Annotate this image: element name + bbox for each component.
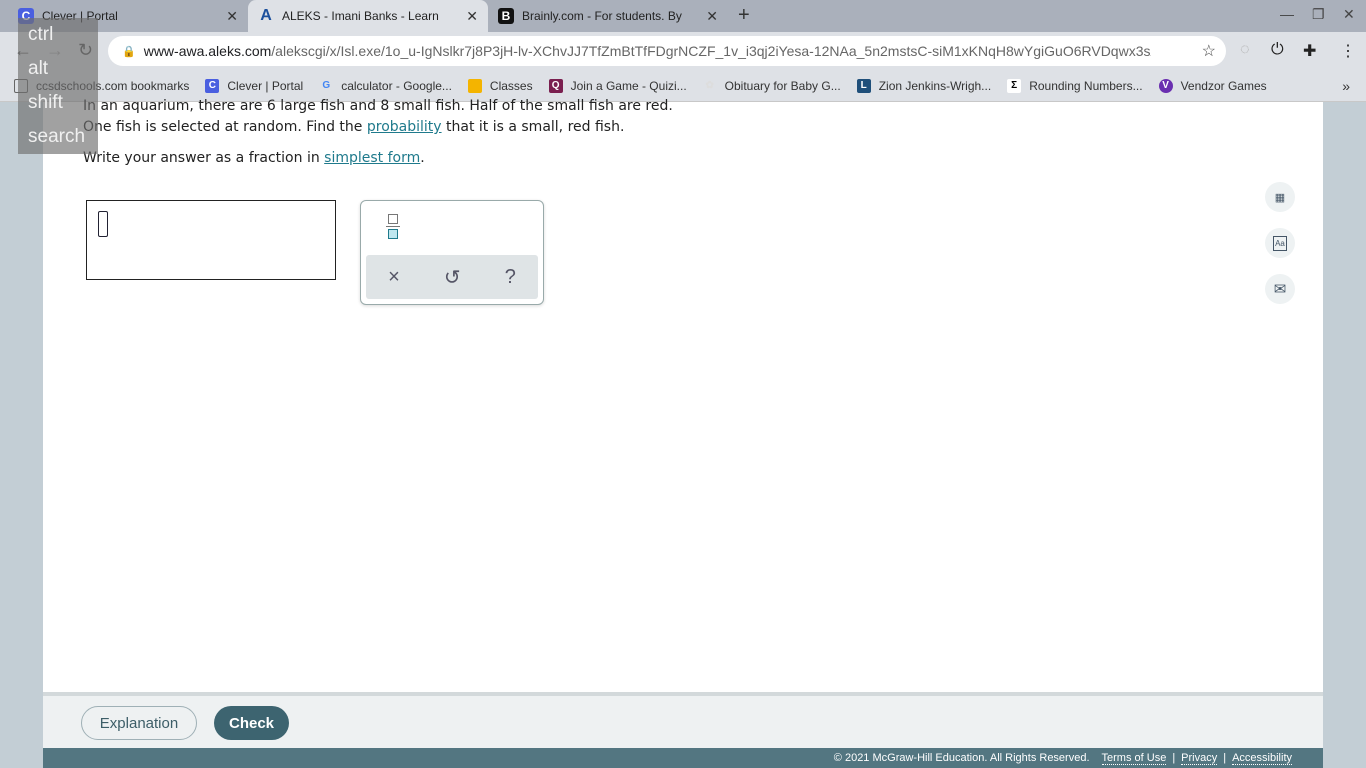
accessibility-link[interactable]: Accessibility — [1232, 752, 1292, 765]
classroom-icon — [467, 78, 482, 93]
lock-icon: 🔒 — [122, 45, 136, 58]
instruction: Write your answer as a fraction in simpl… — [83, 150, 425, 166]
minimize-icon[interactable]: — — [1280, 6, 1294, 22]
bookmark-item[interactable]: V Vendzor Games — [1158, 78, 1267, 93]
bookmark-label: Clever | Portal — [227, 78, 304, 93]
close-icon[interactable]: ✕ — [466, 8, 478, 25]
bookmark-item[interactable]: Gcalculator - Google... — [319, 79, 452, 93]
vendzor-icon: V — [1158, 78, 1173, 93]
menu-icon[interactable]: ⋮ — [1340, 41, 1356, 61]
clear-button[interactable]: × — [388, 266, 400, 289]
keyboard-shortcut-overlay: ctrl alt shift search — [18, 18, 98, 154]
search-key: search — [28, 126, 86, 147]
mail-icon[interactable]: ✉ — [1265, 274, 1295, 304]
extensions-puzzle-icon[interactable]: ✚ — [1303, 41, 1316, 61]
separator: | — [1223, 752, 1227, 764]
math-keypad: × ↺ ? — [360, 200, 544, 305]
sigma-icon: Σ — [1007, 78, 1022, 93]
terms-link[interactable]: Terms of Use — [1101, 752, 1167, 765]
text: Write your answer as a fraction in — [83, 150, 325, 166]
bookmark-item[interactable]: L Zion Jenkins-Wrigh... — [856, 78, 992, 93]
obituary-icon: ✿ — [705, 80, 714, 91]
clever-icon: C — [205, 78, 220, 93]
google-icon: G — [322, 80, 331, 91]
l-icon: L — [856, 78, 871, 93]
bookmark-label: Rounding Numbers... — [1029, 78, 1143, 93]
footer: © 2021 McGraw-Hill Education. All Rights… — [43, 748, 1323, 768]
bookmark-label: Zion Jenkins-Wrigh... — [878, 78, 992, 93]
explanation-button[interactable]: Explanation — [81, 706, 197, 740]
shift-key: shift — [28, 92, 63, 113]
text: One fish is selected at random. Find the — [83, 119, 367, 135]
address-bar[interactable]: 🔒 www-awa.aleks.com/alekscgi/x/Isl.exe/1… — [108, 36, 1226, 66]
bookmark-label: Join a Game - Quizi... — [570, 78, 687, 93]
close-icon[interactable]: ✕ — [226, 8, 238, 25]
bookmark-item[interactable]: Q Join a Game - Quizi... — [548, 78, 687, 93]
tab-label: Brainly.com - For students. By st — [522, 9, 682, 23]
question-line-1: In an aquarium, there are 6 large fish a… — [83, 98, 673, 114]
undo-button[interactable]: ↺ — [444, 265, 461, 290]
close-icon[interactable]: ✕ — [706, 8, 718, 25]
bookmark-star-icon[interactable]: ☆ — [1202, 41, 1216, 61]
answer-input[interactable] — [86, 200, 336, 280]
bookmark-label: Obituary for Baby G... — [724, 78, 841, 93]
fraction-button[interactable] — [386, 214, 400, 239]
bookmark-label: calculator - Google... — [341, 78, 452, 93]
probability-link[interactable]: probability — [367, 119, 442, 135]
tab-aleks[interactable]: A ALEKS - Imani Banks - Learn ✕ — [248, 0, 488, 32]
text: . — [420, 150, 425, 166]
tab-label: ALEKS - Imani Banks - Learn — [282, 9, 439, 23]
more-bookmarks-icon[interactable]: » — [1342, 78, 1350, 94]
keypad-toolbar: × ↺ ? — [366, 255, 538, 299]
question-line-2: One fish is selected at random. Find the… — [83, 119, 624, 135]
separator: | — [1172, 752, 1176, 764]
tab-brainly[interactable]: B Brainly.com - For students. By st ✕ — [488, 0, 728, 32]
simplest-form-link[interactable]: simplest form — [324, 150, 420, 166]
url-path: /alekscgi/x/Isl.exe/1o_u-IgNslkr7j8P3jH-… — [271, 43, 1152, 59]
bookmark-item[interactable]: C Clever | Portal — [205, 78, 304, 93]
extension-loading-icon[interactable]: ◌ — [1240, 41, 1250, 59]
bookmark-item[interactable]: ✿ Obituary for Baby G... — [703, 78, 841, 93]
calculator-icon[interactable]: ▦ — [1265, 182, 1295, 212]
problem-area: In an aquarium, there are 6 large fish a… — [43, 98, 1323, 692]
aleks-icon: A — [260, 7, 272, 24]
check-button[interactable]: Check — [214, 706, 289, 740]
brainly-icon: B — [498, 8, 514, 24]
bookmark-item[interactable]: Classes — [467, 78, 533, 93]
text: that it is a small, red fish. — [441, 119, 625, 135]
restore-icon[interactable]: ❐ — [1312, 6, 1325, 23]
help-button[interactable]: ? — [505, 266, 516, 289]
power-icon[interactable]: ⏻ — [1271, 41, 1284, 59]
tab-bar: C Clever | Portal ✕ A ALEKS - Imani Bank… — [0, 0, 1366, 32]
address-row: ← → ↻ 🔒 www-awa.aleks.com/alekscgi/x/Isl… — [0, 32, 1366, 70]
window-close-icon[interactable]: ✕ — [1343, 6, 1355, 23]
bookmark-label: Classes — [489, 78, 533, 93]
alt-key: alt — [28, 58, 49, 79]
copyright: © 2021 McGraw-Hill Education. All Rights… — [833, 752, 1090, 764]
action-bar: Explanation Check — [43, 692, 1323, 748]
url-host: www-awa.aleks.com — [143, 43, 272, 59]
bookmark-item[interactable]: Σ Rounding Numbers... — [1007, 78, 1143, 93]
input-placeholder-box — [98, 211, 108, 237]
dictionary-icon[interactable]: Aa — [1265, 228, 1295, 258]
privacy-link[interactable]: Privacy — [1181, 752, 1218, 765]
bookmark-label: Vendzor Games — [1180, 78, 1267, 93]
new-tab-button[interactable]: + — [738, 4, 750, 27]
ctrl-key: ctrl — [28, 24, 54, 45]
quizizz-icon: Q — [548, 78, 563, 93]
